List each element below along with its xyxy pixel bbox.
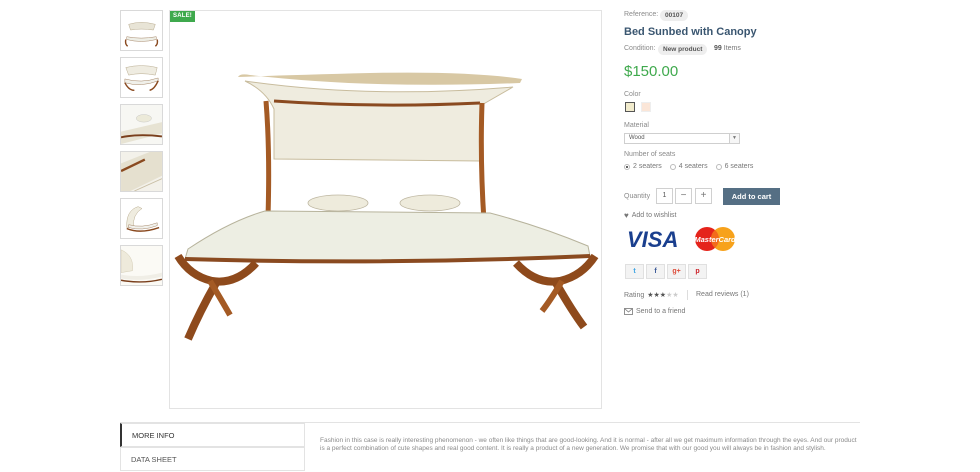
quantity-input[interactable]: 1 — [656, 188, 673, 204]
radio-selected[interactable] — [624, 163, 630, 170]
send-to-friend-link[interactable]: Send to a friend — [624, 308, 685, 315]
seats-option-2[interactable]: 2 seaters — [624, 163, 662, 170]
sale-badge: SALE! — [170, 11, 195, 22]
chevron-down-icon: ▼ — [729, 134, 739, 143]
color-label: Color — [624, 91, 641, 98]
bed-sunbed-image — [174, 72, 599, 341]
heart-icon: ♥ — [624, 211, 629, 220]
quantity-label: Quantity — [624, 193, 651, 200]
thumbnail-2[interactable] — [120, 57, 163, 98]
envelope-icon — [624, 308, 633, 315]
seats-option-label: 2 seaters — [633, 163, 662, 170]
wishlist-label: Add to wishlist — [631, 212, 677, 219]
tab-data-sheet[interactable]: DATA SHEET — [120, 447, 305, 471]
read-reviews-link[interactable]: Read reviews (1) — [696, 291, 749, 298]
thumbnail-4[interactable] — [120, 151, 163, 192]
pinterest-icon: p — [695, 268, 700, 275]
thumbnail-1[interactable] — [120, 10, 163, 51]
main-product-image[interactable] — [169, 10, 602, 409]
rating-stars: ★★★★★ — [647, 291, 678, 299]
rating-label: Rating — [624, 291, 645, 299]
product-title: Bed Sunbed with Canopy — [624, 26, 757, 38]
color-swatch-peach[interactable] — [641, 102, 651, 112]
quantity-increase-button[interactable]: + — [695, 188, 712, 204]
color-swatch-cream[interactable] — [625, 102, 635, 112]
quantity-decrease-button[interactable]: − — [675, 188, 692, 204]
product-price: $150.00 — [624, 63, 679, 80]
seats-option-label: 4 seaters — [678, 163, 708, 170]
tab-more-info[interactable]: MORE INFO — [120, 423, 305, 447]
facebook-share-button[interactable]: f — [646, 264, 665, 279]
radio-unselected[interactable] — [669, 163, 676, 170]
seats-radio-group: 2 seaters 4 seaters 6 seaters — [624, 163, 761, 170]
bed-thumbnail-image — [126, 206, 160, 232]
google-plus-icon: g+ — [672, 268, 681, 275]
facebook-icon: f — [654, 268, 657, 275]
thumbnail-5[interactable] — [120, 198, 163, 239]
star-empty-icon: ★ — [672, 292, 679, 299]
condition-label: Condition: — [624, 45, 656, 52]
add-to-wishlist-link[interactable]: ♥ Add to wishlist — [624, 211, 677, 220]
bed-thumbnail-image — [124, 65, 159, 92]
reference-label: Reference: — [624, 11, 659, 18]
material-select[interactable]: Wood ▼ — [624, 133, 740, 144]
thumbnail-6[interactable] — [120, 245, 163, 286]
thumbnail-3[interactable] — [120, 104, 163, 145]
divider — [687, 290, 688, 300]
stock-count: 99 Items — [714, 45, 741, 52]
twitter-icon: t — [633, 268, 636, 275]
stock-number: 99 — [714, 45, 722, 52]
add-to-cart-button[interactable]: Add to cart — [723, 188, 780, 205]
visa-logo-text: VISA — [627, 227, 678, 252]
bed-thumbnail-image — [124, 22, 159, 47]
seats-option-4[interactable]: 4 seaters — [669, 163, 708, 170]
bed-thumbnail-image — [121, 246, 162, 285]
material-label: Material — [624, 122, 649, 129]
bed-thumbnail-image — [121, 152, 162, 191]
stock-label: Items — [723, 45, 741, 52]
mastercard-logo-text: MasterCard — [694, 235, 736, 244]
google-plus-share-button[interactable]: g+ — [667, 264, 686, 279]
bed-thumbnail-image — [121, 105, 162, 144]
reference-value: 00107 — [660, 10, 689, 21]
twitter-share-button[interactable]: t — [625, 264, 644, 279]
visa-logo: VISA — [626, 226, 690, 252]
seats-option-6[interactable]: 6 seaters — [715, 163, 754, 170]
product-description: Fashion in this case is really interesti… — [320, 437, 857, 452]
condition-value: New product — [658, 44, 708, 55]
radio-unselected[interactable] — [715, 163, 722, 170]
rating: Rating ★★★★★ — [624, 291, 679, 300]
pinterest-share-button[interactable]: p — [688, 264, 707, 279]
seats-label: Number of seats — [624, 151, 676, 158]
send-to-friend-label: Send to a friend — [636, 308, 686, 315]
seats-option-label: 6 seaters — [724, 163, 754, 170]
material-select-value: Wood — [629, 135, 645, 141]
mastercard-logo: MasterCard — [692, 226, 738, 252]
